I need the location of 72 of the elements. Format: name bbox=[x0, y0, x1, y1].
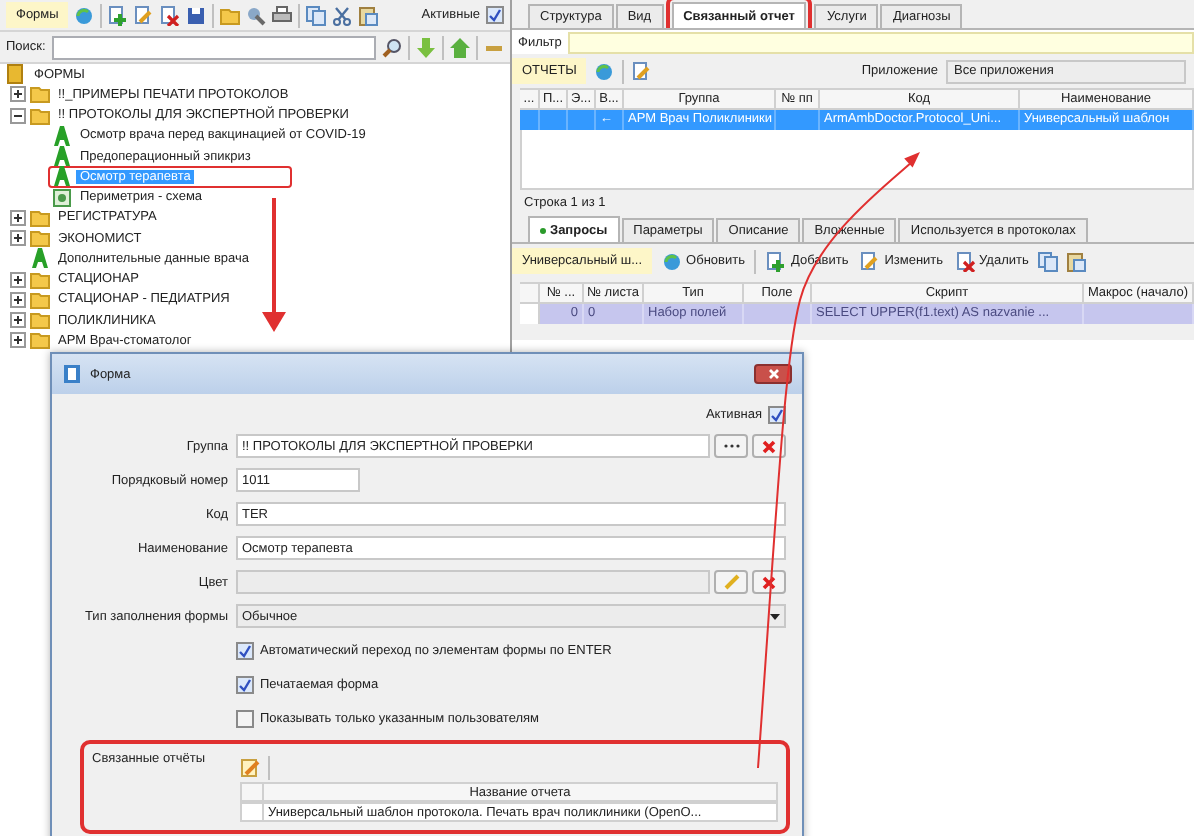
folder-icon bbox=[30, 228, 50, 249]
table-cell bbox=[776, 110, 820, 130]
scissors-icon[interactable] bbox=[332, 5, 353, 25]
folder-icon bbox=[30, 289, 50, 310]
edit-page-icon[interactable] bbox=[134, 5, 155, 25]
form-icon bbox=[52, 166, 72, 187]
row-header bbox=[240, 782, 264, 802]
dropdown-icon bbox=[770, 613, 780, 619]
expander-icon[interactable] bbox=[10, 291, 26, 308]
expander-icon[interactable] bbox=[10, 209, 26, 226]
folder-icon bbox=[30, 269, 50, 290]
browse-button[interactable] bbox=[714, 434, 748, 458]
clear-button[interactable] bbox=[752, 434, 786, 458]
folder-icon bbox=[30, 105, 50, 126]
form-icon bbox=[30, 248, 50, 269]
edit-button[interactable] bbox=[714, 570, 748, 594]
form-icon bbox=[52, 146, 72, 167]
checkbox[interactable] bbox=[236, 641, 254, 659]
paste-icon[interactable] bbox=[1066, 251, 1087, 271]
table-cell bbox=[744, 304, 812, 324]
search-icon[interactable] bbox=[382, 37, 402, 57]
scheme-icon bbox=[52, 187, 72, 208]
folder-icon bbox=[30, 207, 50, 228]
save-icon[interactable] bbox=[186, 5, 207, 25]
copy-icon[interactable] bbox=[1038, 251, 1059, 271]
active-checkbox[interactable] bbox=[486, 6, 504, 24]
table-cell bbox=[568, 110, 596, 130]
row-indicator bbox=[240, 802, 264, 822]
add-page-icon[interactable] bbox=[766, 251, 787, 271]
document-icon bbox=[62, 364, 82, 384]
form-icon bbox=[52, 125, 72, 146]
folder-icon[interactable] bbox=[220, 5, 241, 25]
expander-icon[interactable] bbox=[10, 107, 26, 124]
expander-icon[interactable] bbox=[10, 312, 26, 329]
print-icon[interactable] bbox=[272, 5, 293, 25]
arrow bbox=[262, 198, 286, 332]
copy-icon[interactable] bbox=[306, 5, 327, 25]
close-button[interactable] bbox=[754, 364, 792, 384]
checkbox[interactable] bbox=[236, 675, 254, 693]
color-field[interactable] bbox=[236, 570, 710, 594]
add-page-icon[interactable] bbox=[108, 5, 129, 25]
expander-icon[interactable] bbox=[10, 86, 26, 103]
folder-icon bbox=[30, 330, 50, 351]
paste-icon[interactable] bbox=[358, 5, 379, 25]
close-icon bbox=[767, 368, 779, 380]
edit-page-icon[interactable] bbox=[632, 61, 653, 81]
clear-button[interactable] bbox=[752, 570, 786, 594]
expander-icon[interactable] bbox=[10, 230, 26, 247]
down-arrow-icon[interactable] bbox=[416, 37, 436, 57]
book-icon bbox=[6, 64, 26, 85]
delete-page-icon[interactable] bbox=[160, 5, 181, 25]
folder-icon bbox=[30, 310, 50, 331]
delete-icon bbox=[762, 439, 776, 453]
checkbox[interactable] bbox=[236, 709, 254, 727]
search-field[interactable] bbox=[51, 35, 376, 59]
pencil-icon bbox=[723, 574, 739, 590]
folder-icon bbox=[30, 84, 50, 105]
row-header bbox=[520, 282, 540, 304]
table-cell bbox=[1084, 304, 1194, 324]
expander-icon[interactable] bbox=[10, 271, 26, 288]
edit-icon[interactable] bbox=[240, 757, 260, 777]
expander-icon[interactable] bbox=[10, 332, 26, 349]
refresh-icon[interactable] bbox=[74, 5, 95, 25]
filter-field[interactable] bbox=[567, 31, 1194, 53]
delete-page-icon[interactable] bbox=[955, 251, 976, 271]
refresh-icon[interactable] bbox=[662, 251, 683, 271]
row-indicator bbox=[520, 304, 540, 324]
table-cell bbox=[540, 110, 568, 130]
delete-icon bbox=[762, 575, 776, 589]
edit-page-icon[interactable] bbox=[860, 251, 881, 271]
refresh-icon[interactable] bbox=[594, 61, 615, 81]
home-icon[interactable] bbox=[450, 37, 470, 57]
